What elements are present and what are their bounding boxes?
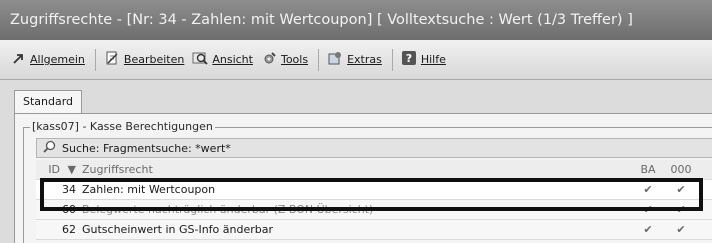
sort-arrow-icon: ▼ <box>67 163 76 176</box>
column-header-zugriffsrecht[interactable]: Zugriffsrecht <box>82 160 622 180</box>
menu-allgemein[interactable]: Allgemein <box>12 51 85 68</box>
groupbox-kasse-berechtigungen: [kass07] - Kasse Berechtigungen Suche: F… <box>23 120 712 243</box>
menu-extras[interactable]: Extras <box>327 50 382 69</box>
menu-bearbeiten[interactable]: Bearbeiten <box>104 50 184 69</box>
menu-hilfe[interactable]: ? Hilfe <box>401 50 446 69</box>
menu-tools[interactable]: Tools <box>261 50 308 69</box>
table-row[interactable]: 60 Belegwerte nachträglich änderbar (Z-B… <box>36 200 712 220</box>
permissions-table: ID ▼ Zugriffsrecht BA 000 34 Zahlen: mit… <box>36 160 712 240</box>
menu-label-hilfe: Hilfe <box>420 53 446 66</box>
row-id: 34 <box>62 183 76 196</box>
tab-standard[interactable]: Standard <box>14 90 83 114</box>
pin-arrow-icon <box>12 51 26 68</box>
row-zugriffsrecht: Gutscheinwert in GS-Info änderbar <box>82 223 273 236</box>
table-row[interactable]: 62 Gutscheinwert in GS-Info änderbar ✔ ✔ <box>36 220 712 240</box>
window-title: Zugriffsrechte - [Nr: 34 - Zahlen: mit W… <box>0 0 712 40</box>
menu-ansicht[interactable]: Ansicht <box>192 50 253 69</box>
help-icon: ? <box>401 50 417 69</box>
search-bar[interactable]: Suche: Fragmentsuche: *wert* <box>36 138 712 158</box>
menu-label-tools: Tools <box>280 53 309 66</box>
checkbox-ba[interactable]: ✔ <box>636 220 660 240</box>
checkbox-000[interactable]: ✔ <box>668 200 694 220</box>
magnifier-view-icon <box>192 50 208 69</box>
row-zugriffsrecht: Belegwerte nachträglich änderbar (Z-BON … <box>82 203 374 216</box>
menu-separator <box>391 48 393 71</box>
checkbox-ba[interactable]: ✔ <box>636 200 660 220</box>
menu-separator <box>318 48 320 71</box>
checkbox-000[interactable]: ✔ <box>668 220 694 240</box>
column-header-000[interactable]: 000 <box>668 160 694 180</box>
row-id: 60 <box>62 203 76 216</box>
column-header-id[interactable]: ID ▼ <box>36 160 76 180</box>
checkbox-000[interactable]: ✔ <box>668 180 694 200</box>
svg-text:?: ? <box>406 52 412 65</box>
content-area: Standard [kass07] - Kasse Berechtigungen… <box>0 80 712 243</box>
table-row[interactable]: 34 Zahlen: mit Wertcoupon ✔ ✔ <box>36 180 712 200</box>
checkbox-ba[interactable]: ✔ <box>636 180 660 200</box>
menu-separator <box>94 48 96 71</box>
groupbox-title: [kass07] - Kasse Berechtigungen <box>30 120 215 134</box>
menu-label-ansicht: Ansicht <box>212 53 253 66</box>
tab-panel: [kass07] - Kasse Berechtigungen Suche: F… <box>14 113 712 243</box>
row-id: 62 <box>62 223 76 236</box>
search-icon <box>43 140 56 156</box>
column-header-ba[interactable]: BA <box>636 160 660 180</box>
menu-label-allgemein: Allgemein <box>30 53 85 66</box>
document-edit-icon <box>104 50 120 69</box>
row-zugriffsrecht: Zahlen: mit Wertcoupon <box>82 183 216 196</box>
search-text: Suche: Fragmentsuche: *wert* <box>62 141 231 155</box>
extras-icon <box>327 50 343 69</box>
table-header-row: ID ▼ Zugriffsrecht BA 000 <box>36 160 712 180</box>
gear-tools-icon <box>261 50 277 69</box>
menu-label-extras: Extras <box>347 53 382 66</box>
menu-bar: Allgemein Bearbeiten Ansicht Tools Extra… <box>0 40 712 80</box>
menu-label-bearbeiten: Bearbeiten <box>123 53 185 66</box>
